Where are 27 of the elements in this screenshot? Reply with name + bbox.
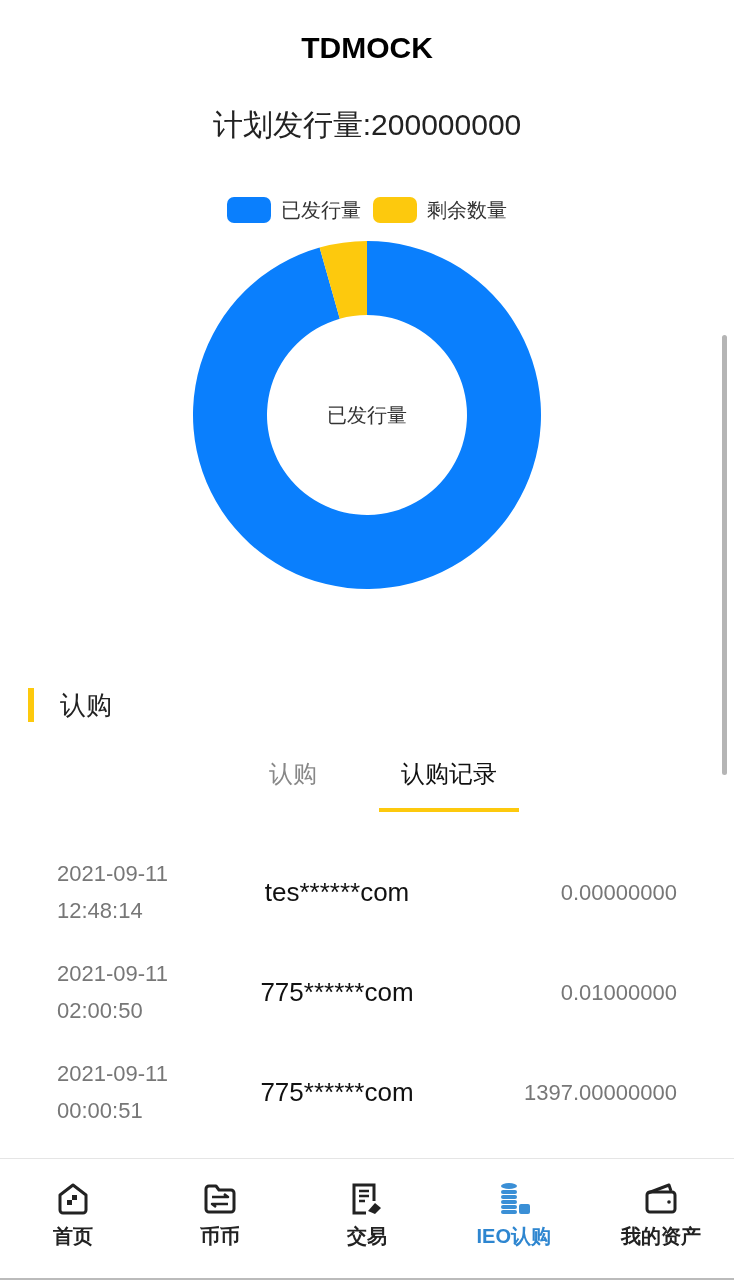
record-date: 2021-09-11: [57, 860, 169, 888]
record-account: 775******com: [260, 1075, 414, 1109]
record-account: tes******com: [264, 875, 410, 909]
record-time: 12:48:14: [57, 897, 144, 925]
record-amount: 1397.00000000: [524, 1078, 677, 1107]
planned-issuance-label: 计划发行量:200000000: [212, 107, 522, 143]
scrollbar[interactable]: [722, 335, 727, 775]
record-amount: 0.00000000: [560, 878, 677, 907]
tab[interactable]: 认购: [247, 754, 339, 812]
page-title: TDMOCK: [301, 30, 433, 66]
section-marker: [28, 688, 34, 722]
nav-item[interactable]: 币币: [146, 1159, 294, 1272]
tab[interactable]: 认购记录: [379, 754, 519, 812]
legend-label: 剩余数量: [427, 198, 507, 223]
nav-item[interactable]: 交易: [293, 1159, 441, 1272]
donut-center-label: 已发行量: [327, 403, 407, 428]
record-time: 00:00:51: [57, 1097, 144, 1125]
record-date: 2021-09-11: [57, 960, 169, 988]
nav-item[interactable]: IEO认购: [440, 1159, 588, 1272]
section-title: 认购: [60, 688, 112, 722]
nav-item[interactable]: 首页: [0, 1159, 147, 1272]
record-account: 775******com: [260, 975, 414, 1009]
record-time: 02:00:50: [57, 997, 144, 1025]
record-amount: 0.01000000: [560, 978, 677, 1007]
legend-label: 已发行量: [281, 198, 361, 223]
nav-item[interactable]: 我的资产: [587, 1159, 734, 1272]
record-date: 2021-09-11: [57, 1060, 169, 1088]
